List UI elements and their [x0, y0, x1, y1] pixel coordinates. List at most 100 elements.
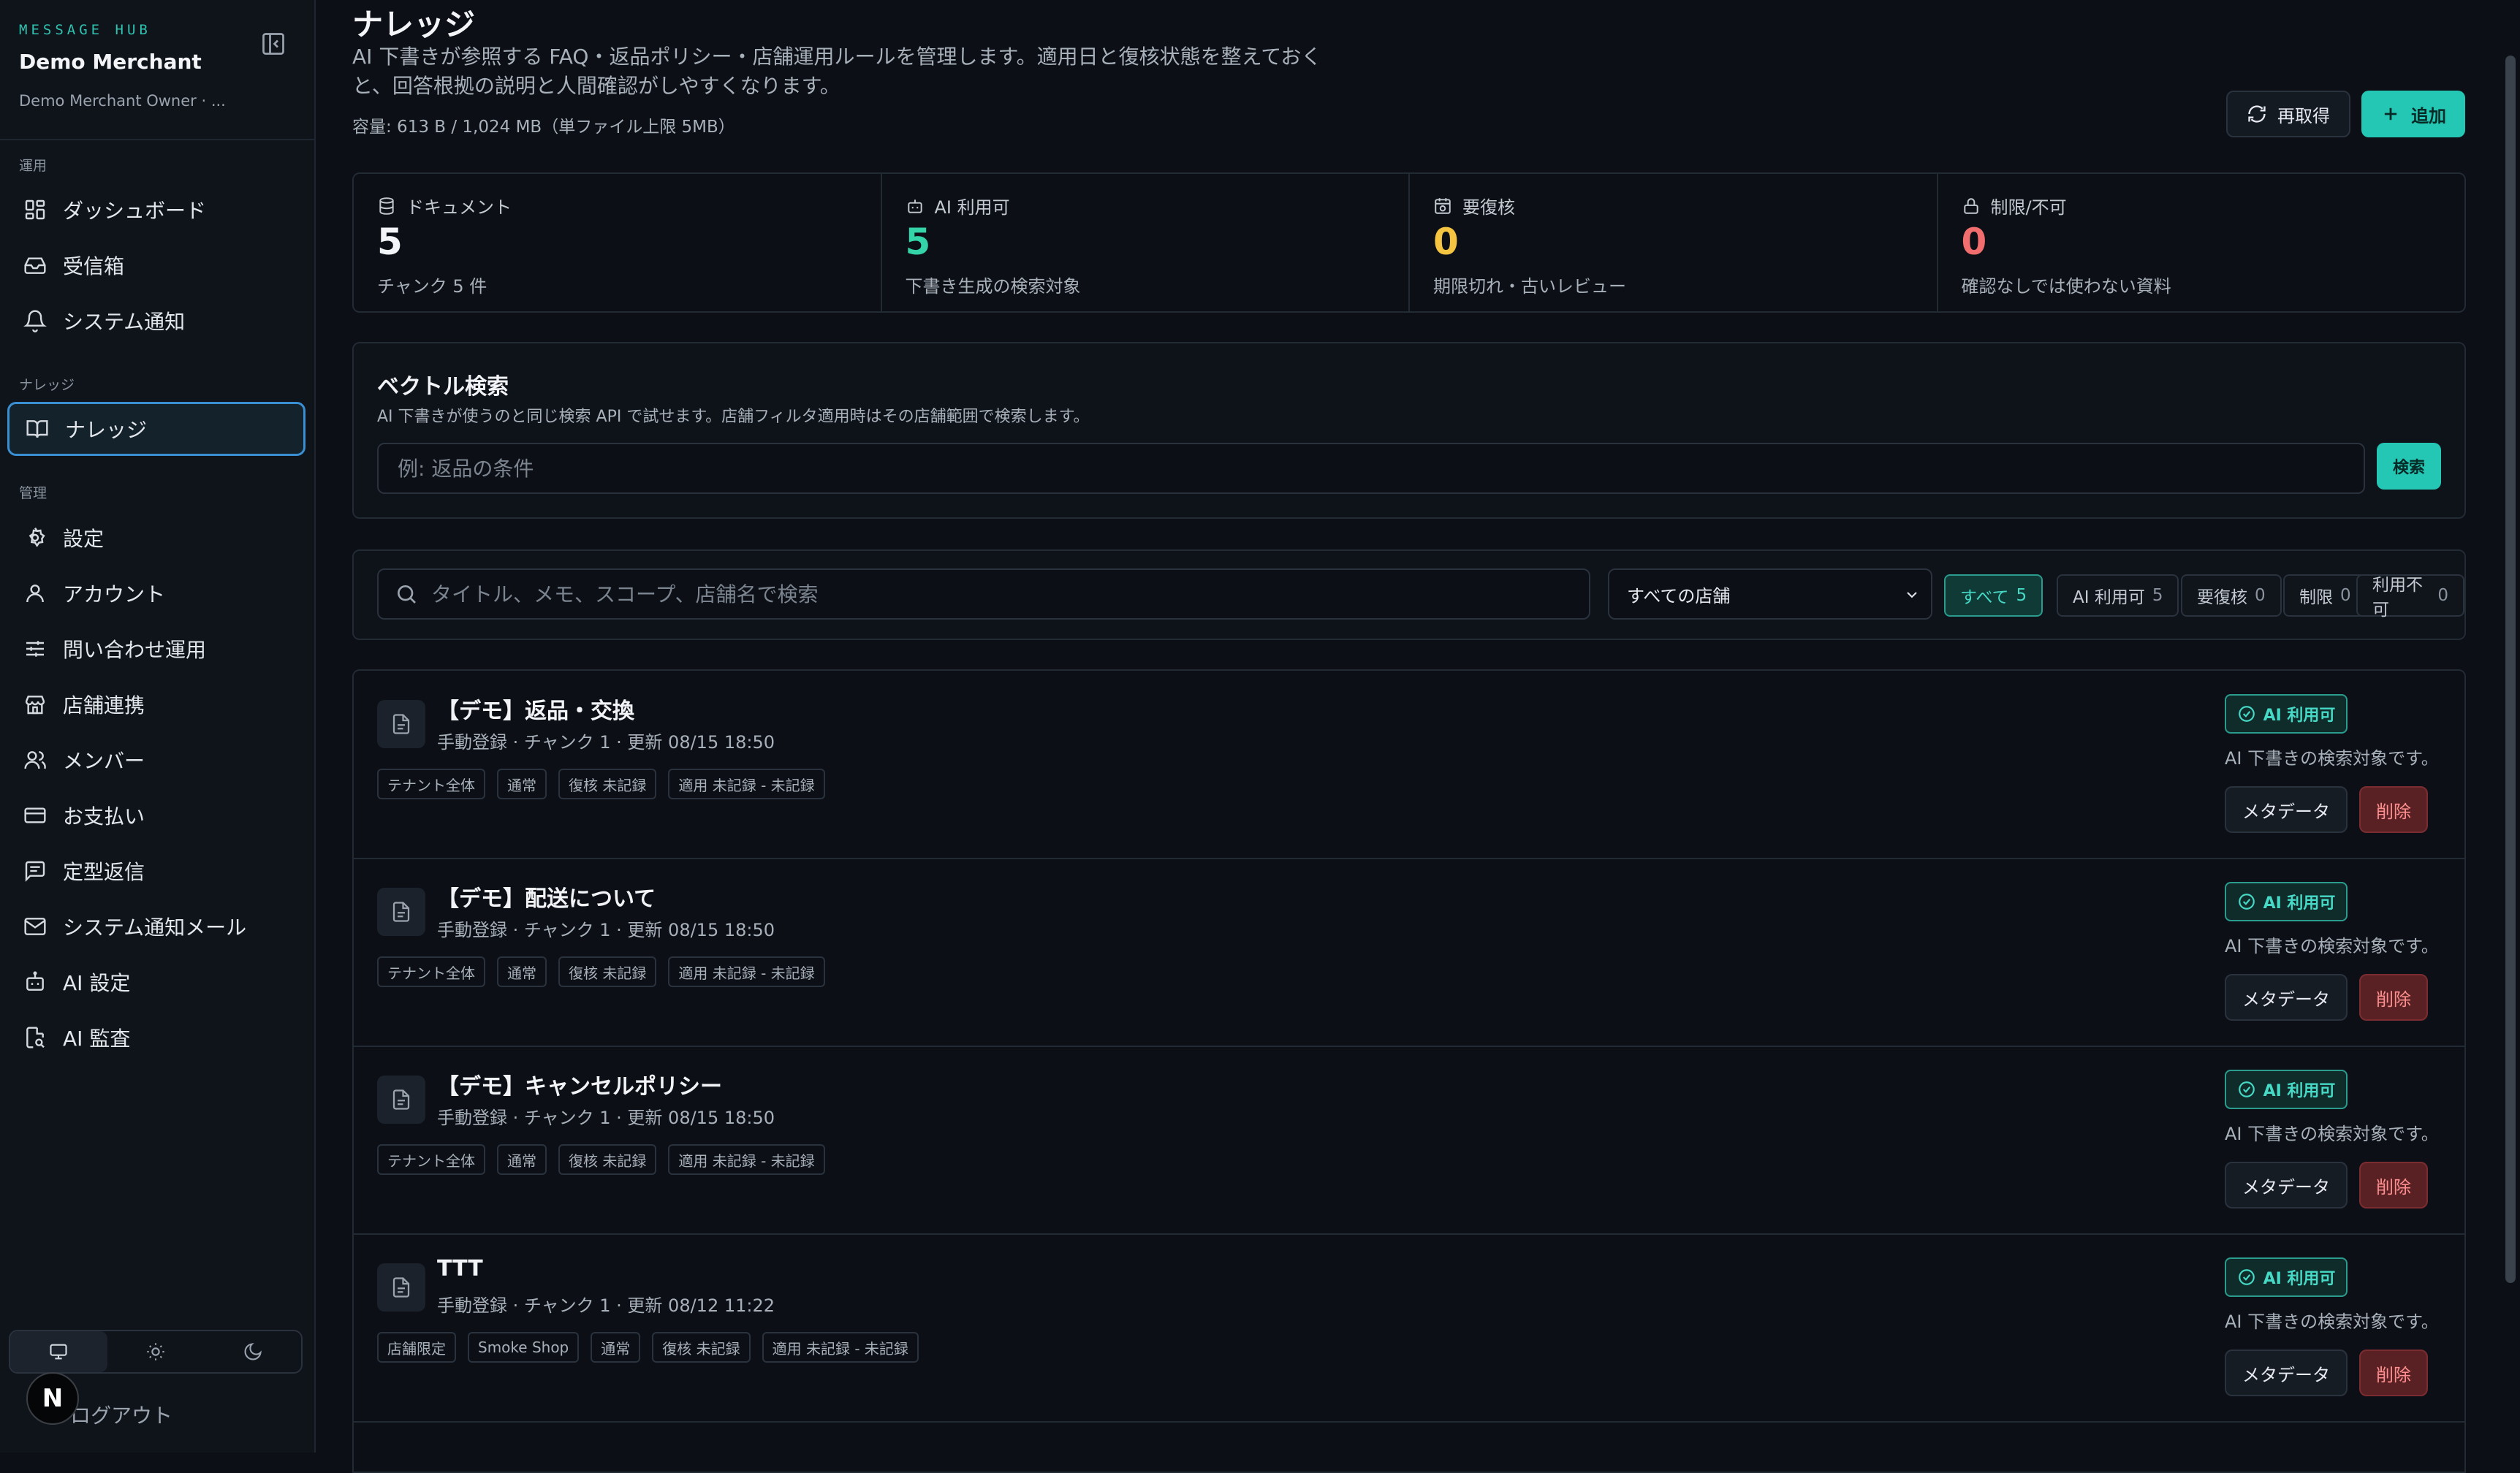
- section-label-knowledge: ナレッジ: [19, 377, 75, 393]
- sidebar-item-billing[interactable]: お支払い: [7, 788, 305, 842]
- document-meta: 手動登録 · チャンク 1 · 更新 08/15 18:50: [437, 732, 775, 753]
- chip-count: 0: [2437, 586, 2448, 605]
- chevron-down-icon: [1907, 592, 1917, 598]
- sidebar-item-label: システム通知メール: [63, 916, 247, 940]
- sidebar-item-settings[interactable]: 設定: [7, 511, 305, 565]
- document-meta: 手動登録 · チャンク 1 · 更新 08/12 11:22: [437, 1295, 775, 1316]
- sidebar-item-account[interactable]: アカウント: [7, 566, 305, 620]
- owner-label: Demo Merchant Owner · ...: [19, 92, 226, 110]
- vector-search-button[interactable]: 検索: [2377, 443, 2441, 490]
- tag: Smoke Shop: [468, 1332, 580, 1363]
- sidebar-item-label: アカウント: [63, 582, 166, 606]
- sidebar-item-knowledge[interactable]: ナレッジ: [7, 402, 305, 456]
- chip-count: 5: [2152, 586, 2163, 605]
- sidebar-item-inbox[interactable]: 受信箱: [7, 238, 305, 292]
- refresh-label: 再取得: [2277, 105, 2330, 126]
- chip-label: 利用不可: [2372, 576, 2423, 620]
- filter-chip-restricted[interactable]: 制限 0: [2283, 574, 2367, 617]
- document-row[interactable]: 【デモ】配送について 手動登録 · チャンク 1 · 更新 08/15 18:5…: [354, 859, 2464, 1047]
- inbox-icon: [24, 257, 46, 274]
- document-title[interactable]: 【デモ】返品・交換: [437, 693, 634, 725]
- stat-value: 5: [905, 221, 931, 263]
- main-content: ナレッジ AI 下書きが参照する FAQ・返品ポリシー・店舗運用ルールを管理しま…: [316, 0, 2497, 1473]
- sidebar-item-inquiry-ops[interactable]: 問い合わせ運用: [7, 622, 305, 676]
- chip-label: AI 利用可: [2073, 588, 2145, 607]
- delete-button[interactable]: 削除: [2359, 974, 2428, 1021]
- sidebar-item-templates[interactable]: 定型返信: [7, 844, 305, 898]
- sidebar-item-label: システム通知: [63, 310, 186, 334]
- scrollbar-thumb[interactable]: [2505, 56, 2516, 1283]
- logout-label: ログアウト: [70, 1404, 173, 1428]
- status-note: AI 下書きの検索対象です。: [2225, 936, 2439, 956]
- avatar[interactable]: N: [26, 1372, 79, 1425]
- filter-chip-needs-review[interactable]: 要復核 0: [2181, 574, 2282, 617]
- stat-label: ドキュメント: [406, 197, 512, 218]
- status-badge-label: AI 利用可: [2263, 1270, 2336, 1288]
- stat-sub: チャンク 5 件: [377, 276, 487, 297]
- file-text-icon: [377, 1263, 425, 1312]
- metadata-button[interactable]: メタデータ: [2225, 1162, 2348, 1209]
- document-search-input[interactable]: [430, 581, 1573, 607]
- stat-label: 要復核: [1462, 197, 1515, 218]
- status-badge: AI 利用可: [2225, 1257, 2348, 1297]
- metadata-button[interactable]: メタデータ: [2225, 786, 2348, 833]
- stat-sub: 下書き生成の検索対象: [905, 276, 1081, 297]
- filter-panel: すべての店舗 すべて 5 AI 利用可 5 要復核 0 制限 0 利用不可 0: [352, 549, 2466, 640]
- delete-button[interactable]: 削除: [2359, 1162, 2428, 1209]
- filter-chip-all[interactable]: すべて 5: [1944, 574, 2043, 617]
- sidebar-item-label: お支払い: [63, 804, 145, 829]
- check-circle-icon: [2238, 706, 2255, 722]
- document-row[interactable]: TTT 手動登録 · チャンク 1 · 更新 08/12 11:22 店舗限定 …: [354, 1234, 2464, 1423]
- store-select[interactable]: すべての店舗: [1608, 568, 1932, 620]
- stat-value: 5: [377, 221, 403, 263]
- stat-sub: 確認なしでは使わない資料: [1961, 276, 2171, 297]
- check-circle-icon: [2238, 1269, 2255, 1285]
- document-tags: テナント全体 通常 復核 未記録 適用 未記録 - 未記録: [377, 769, 837, 799]
- lock-icon: [1963, 197, 1978, 214]
- stat-documents: ドキュメント 5 チャンク 5 件: [354, 174, 882, 311]
- document-row[interactable]: 【デモ】キャンセルポリシー 手動登録 · チャンク 1 · 更新 08/15 1…: [354, 1046, 2464, 1235]
- sidebar-item-system-notice[interactable]: システム通知: [7, 294, 305, 348]
- vector-search-input[interactable]: [377, 443, 2365, 494]
- sidebar-item-store-integration[interactable]: 店舗連携: [7, 677, 305, 731]
- merchant-name[interactable]: Demo Merchant: [19, 50, 202, 74]
- sidebar-item-members[interactable]: メンバー: [7, 733, 305, 787]
- delete-button[interactable]: 削除: [2359, 786, 2428, 833]
- dashboard-icon: [25, 199, 45, 220]
- metadata-button[interactable]: メタデータ: [2225, 1350, 2348, 1396]
- theme-system-option[interactable]: [10, 1331, 107, 1372]
- document-title[interactable]: 【デモ】キャンセルポリシー: [437, 1068, 722, 1100]
- credit-card-icon: [24, 807, 46, 823]
- vector-search-panel: ベクトル検索 AI 下書きが使うのと同じ検索 API で試せます。店舗フィルタ適…: [352, 342, 2466, 519]
- sidebar-item-label: 定型返信: [63, 860, 145, 884]
- filter-chip-ai-available[interactable]: AI 利用可 5: [2057, 574, 2179, 617]
- chip-count: 5: [2016, 586, 2027, 605]
- filter-chip-unavailable[interactable]: 利用不可 0: [2356, 574, 2464, 620]
- document-row[interactable]: 【デモ】返品・交換 手動登録 · チャンク 1 · 更新 08/15 18:50…: [354, 671, 2464, 859]
- sidebar-item-label: AI 設定: [63, 971, 131, 995]
- check-circle-icon: [2238, 1081, 2255, 1097]
- sidebar-collapse-icon[interactable]: [260, 31, 286, 57]
- vector-search-description: AI 下書きが使うのと同じ検索 API で試せます。店舗フィルタ適用時はその店舗…: [377, 408, 1090, 426]
- tag: 適用 未記録 - 未記録: [668, 1144, 825, 1175]
- file-text-icon: [377, 700, 425, 748]
- theme-dark-option[interactable]: [204, 1331, 301, 1372]
- sidebar-item-system-mail[interactable]: システム通知メール: [7, 899, 305, 954]
- chip-label: すべて: [1960, 588, 2009, 607]
- users-icon: [24, 751, 46, 769]
- sidebar-item-dashboard[interactable]: ダッシュボード: [7, 183, 305, 237]
- delete-button[interactable]: 削除: [2359, 1350, 2428, 1396]
- sliders-icon: [26, 641, 44, 657]
- document-tags: テナント全体 通常 復核 未記録 適用 未記録 - 未記録: [377, 956, 837, 987]
- metadata-button[interactable]: メタデータ: [2225, 974, 2348, 1021]
- sidebar-item-ai-audit[interactable]: AI 監査: [7, 1010, 305, 1065]
- document-title[interactable]: 【デモ】配送について: [437, 880, 656, 913]
- document-title[interactable]: TTT: [437, 1256, 483, 1282]
- refresh-button[interactable]: 再取得: [2226, 91, 2350, 137]
- sidebar-item-ai-settings[interactable]: AI 設定: [7, 955, 305, 1009]
- add-button[interactable]: 追加: [2361, 91, 2465, 137]
- file-text-icon: [377, 888, 425, 936]
- theme-light-option[interactable]: [107, 1331, 205, 1372]
- brand-kicker: MESSAGE HUB: [19, 22, 151, 38]
- calendar-clock-icon: [1435, 197, 1451, 214]
